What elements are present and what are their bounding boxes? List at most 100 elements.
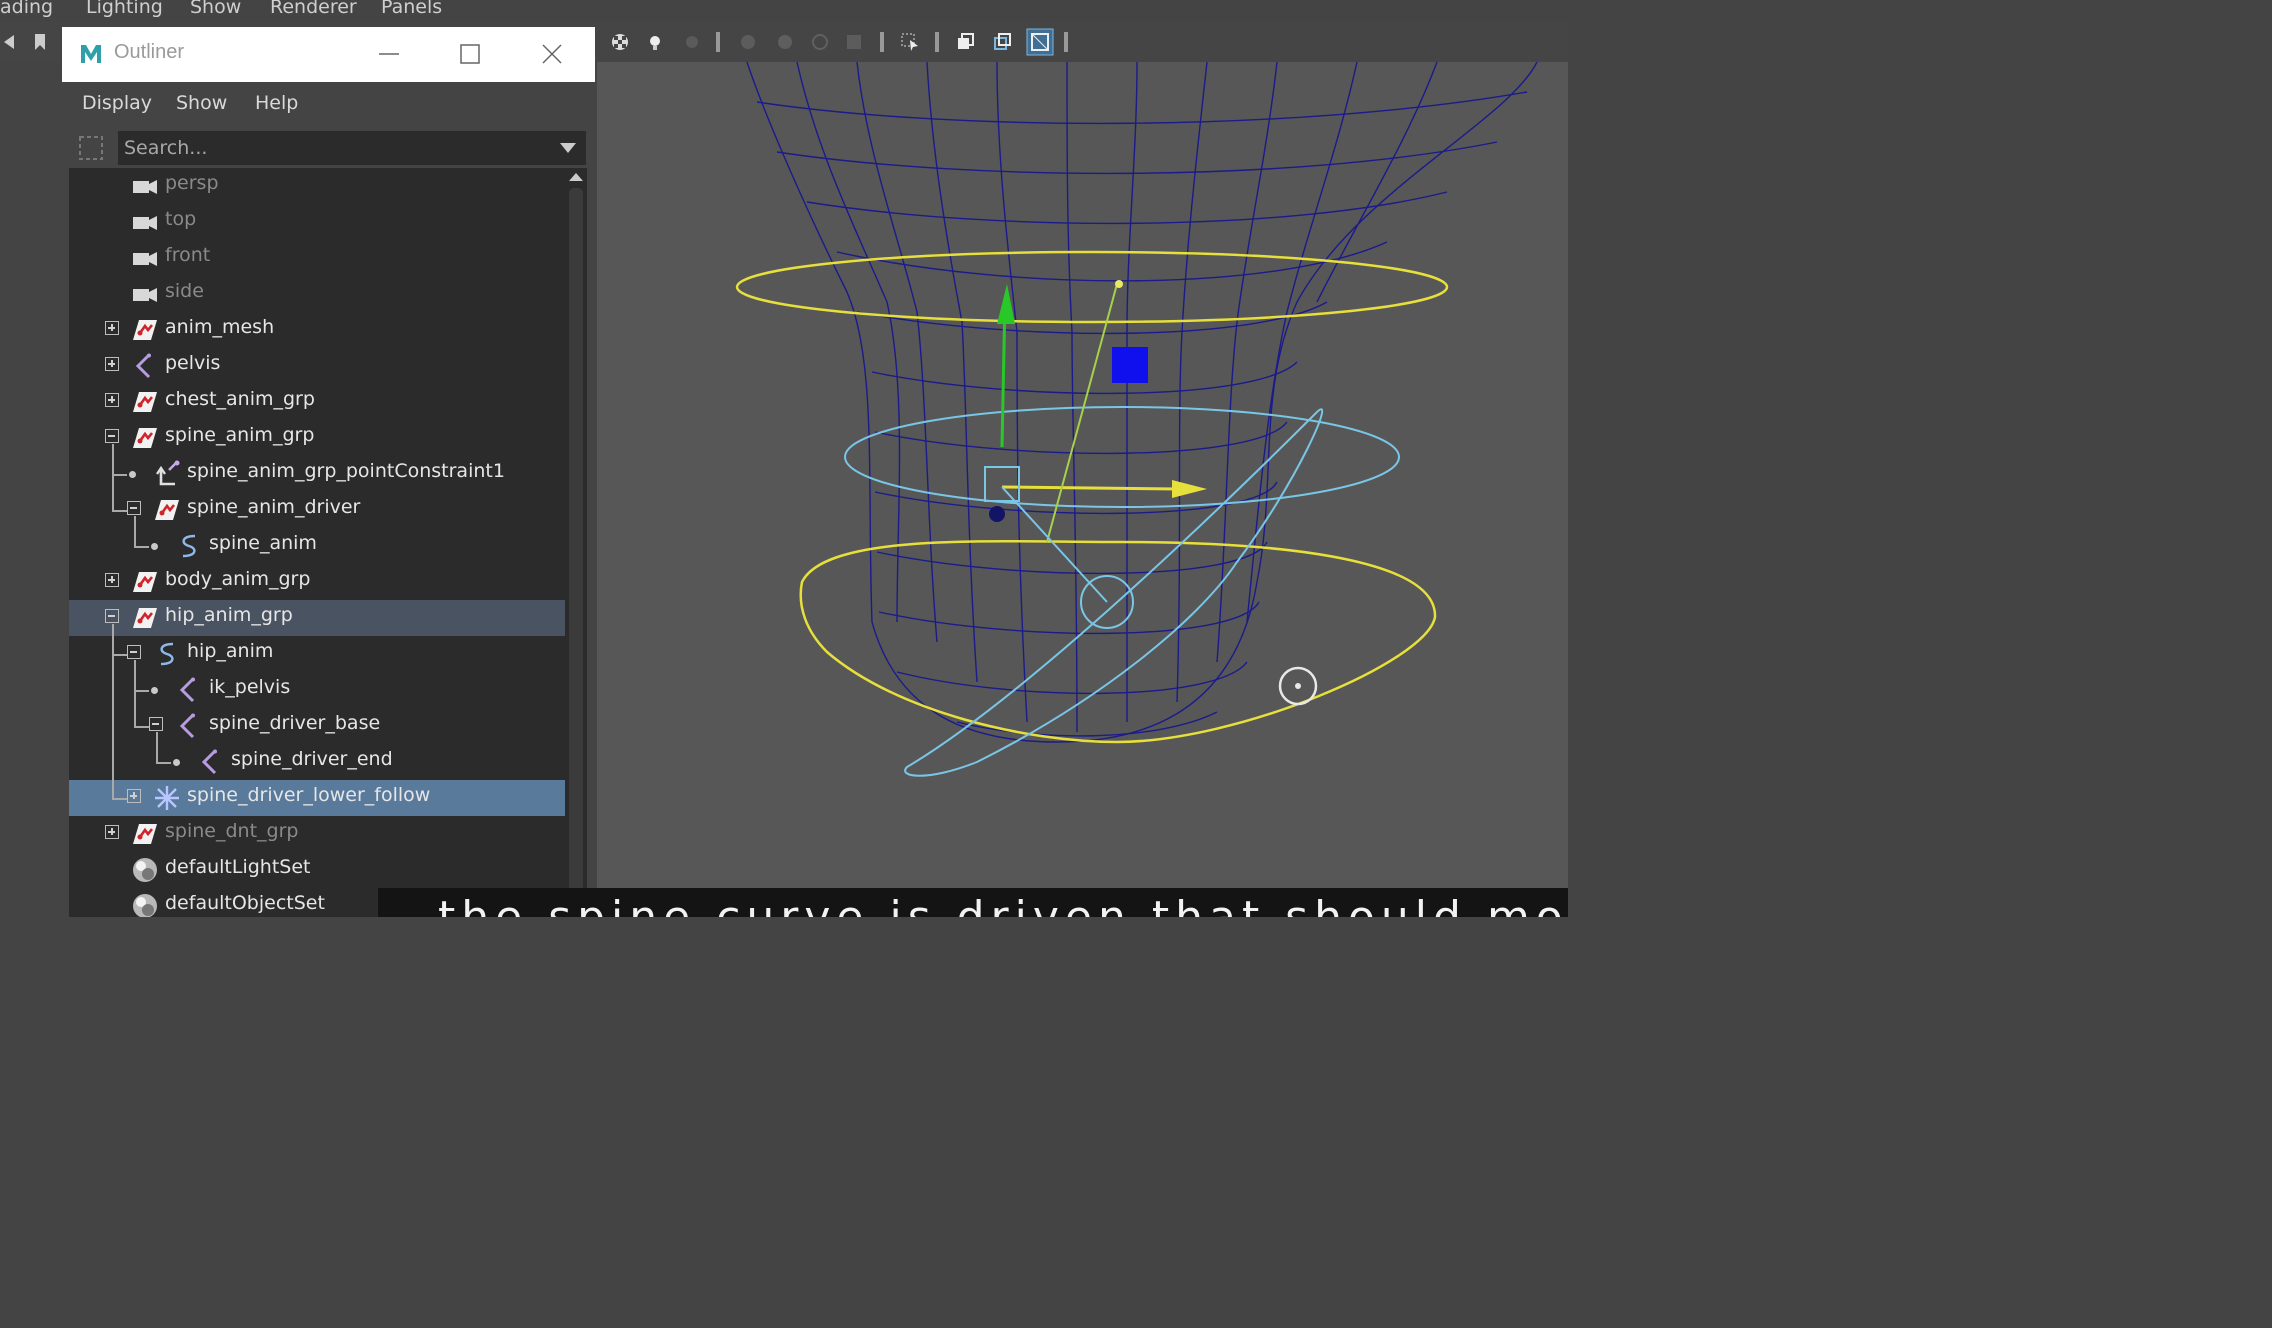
expand-icon[interactable] <box>105 573 119 587</box>
shadow-icon[interactable] <box>682 32 702 52</box>
tree-row[interactable]: side <box>69 276 565 312</box>
tree-connector <box>112 798 127 800</box>
tree-row[interactable]: spine_anim_grp_pointConstraint1 <box>69 456 565 492</box>
outliner-titlebar[interactable]: Outliner <box>62 27 595 82</box>
tree-row-label: top <box>165 208 197 230</box>
collapse-icon[interactable] <box>127 645 141 659</box>
toolbar-separator <box>716 32 720 52</box>
tree-connector <box>112 654 127 656</box>
joint-bone <box>1001 486 1108 603</box>
scroll-up-icon[interactable] <box>568 172 584 182</box>
tree-row-label: spine_anim <box>209 532 317 554</box>
tree-row[interactable]: spine_anim_driver <box>69 492 565 528</box>
light-icon[interactable] <box>645 32 665 52</box>
tree-row-label: spine_anim_driver <box>187 496 361 518</box>
tree-node-dot <box>151 687 158 694</box>
wireframe-toggle-icon[interactable] <box>1026 28 1054 56</box>
tree-connector <box>134 726 149 728</box>
expand-icon[interactable] <box>105 357 119 371</box>
tree-row[interactable]: pelvis <box>69 348 565 384</box>
expand-icon[interactable] <box>105 321 119 335</box>
tree-row[interactable]: chest_anim_grp <box>69 384 565 420</box>
isolate-icon[interactable] <box>955 32 975 52</box>
menu-help[interactable]: Help <box>255 92 298 114</box>
tree-connector <box>112 510 127 512</box>
left-toolbox <box>0 62 62 917</box>
checker-icon[interactable] <box>610 32 630 52</box>
tree-row[interactable]: persp <box>69 168 565 204</box>
search-input[interactable] <box>118 131 586 165</box>
transform-icon <box>133 608 157 628</box>
move-z-handle[interactable] <box>1112 347 1148 383</box>
toolbar-separator <box>1064 32 1068 52</box>
tree-row-label: spine_driver_base <box>209 712 381 734</box>
menu-renderer[interactable]: Renderer <box>270 0 357 18</box>
dof-icon[interactable] <box>844 32 864 52</box>
menu-display[interactable]: Display <box>82 92 152 114</box>
menu-show[interactable]: Show <box>190 0 241 18</box>
collapse-icon[interactable] <box>105 609 119 623</box>
bookmark-icon[interactable] <box>30 32 50 52</box>
tree-row-label: chest_anim_grp <box>165 388 315 410</box>
tree-row-label: ik_pelvis <box>209 676 291 698</box>
camera-icon <box>133 288 157 302</box>
joint-icon <box>179 677 195 703</box>
expand-icon[interactable] <box>105 393 119 407</box>
menu-shading[interactable]: ading <box>0 0 53 18</box>
tree-row[interactable]: anim_mesh <box>69 312 565 348</box>
chevron-down-icon[interactable] <box>559 142 577 154</box>
tree-node-dot <box>129 471 136 478</box>
expand-icon[interactable] <box>105 825 119 839</box>
tree-row[interactable]: body_anim_grp <box>69 564 565 600</box>
tree-row[interactable]: spine_dnt_grp <box>69 816 565 852</box>
collapse-icon[interactable] <box>127 501 141 515</box>
collapse-icon[interactable] <box>105 429 119 443</box>
menu-lighting[interactable]: Lighting <box>86 0 163 18</box>
tree-row-label: side <box>165 280 204 302</box>
expand-icon[interactable] <box>127 789 141 803</box>
tree-row-label: hip_anim <box>187 640 274 662</box>
3d-viewport[interactable] <box>597 62 1568 917</box>
tree-row-label: spine_driver_end <box>231 748 393 770</box>
tree-connector <box>134 660 136 726</box>
tree-row[interactable]: defaultLightSet <box>69 852 565 888</box>
menu-panels[interactable]: Panels <box>381 0 442 18</box>
tree-row-label: body_anim_grp <box>165 568 311 590</box>
close-icon[interactable] <box>537 39 567 69</box>
joint-icon <box>135 353 151 379</box>
outliner-scrollbar[interactable] <box>565 168 587 917</box>
x-arrow-icon[interactable] <box>1172 480 1207 498</box>
subtitle-caption: the spine curve is driven that should mo… <box>378 888 1568 917</box>
move-x-axis[interactable] <box>1001 485 1178 491</box>
tree-row-label: hip_anim_grp <box>165 604 293 626</box>
filter-icon[interactable] <box>76 133 106 163</box>
tree-row-label: front <box>165 244 211 266</box>
tree-row[interactable]: spine_anim_grp <box>69 420 565 456</box>
tree-row-label: anim_mesh <box>165 316 275 338</box>
menu-show[interactable]: Show <box>176 92 227 114</box>
collapse-icon[interactable] <box>149 717 163 731</box>
tree-row[interactable]: spine_driver_lower_follow <box>69 780 565 816</box>
spine-control-curve[interactable] <box>844 406 1400 508</box>
motion-blur-icon[interactable] <box>775 32 795 52</box>
hip-control-curve[interactable] <box>799 539 1437 744</box>
xray-icon[interactable] <box>992 32 1012 52</box>
ao-icon[interactable] <box>738 32 758 52</box>
minimize-icon[interactable] <box>374 39 404 69</box>
outliner-menubar: Display Show Help <box>62 82 595 130</box>
tree-row[interactable]: top <box>69 204 565 240</box>
select-camera-icon[interactable] <box>900 32 920 52</box>
camera-back-icon[interactable] <box>2 32 22 52</box>
maximize-icon[interactable] <box>455 39 485 69</box>
scrollbar-thumb[interactable] <box>569 188 583 917</box>
chest-control-curve[interactable] <box>735 250 1449 324</box>
aa-icon[interactable] <box>810 32 830 52</box>
transform-icon <box>133 320 157 340</box>
tree-row-label: persp <box>165 172 219 194</box>
tree-row[interactable]: hip_anim_grp <box>69 600 565 636</box>
tree-row[interactable]: hip_anim <box>69 636 565 672</box>
tree-row[interactable]: front <box>69 240 565 276</box>
move-center-handle[interactable] <box>984 466 1020 502</box>
tree-row-label: defaultLightSet <box>165 856 311 878</box>
tree-row[interactable]: spine_driver_end <box>69 744 565 780</box>
